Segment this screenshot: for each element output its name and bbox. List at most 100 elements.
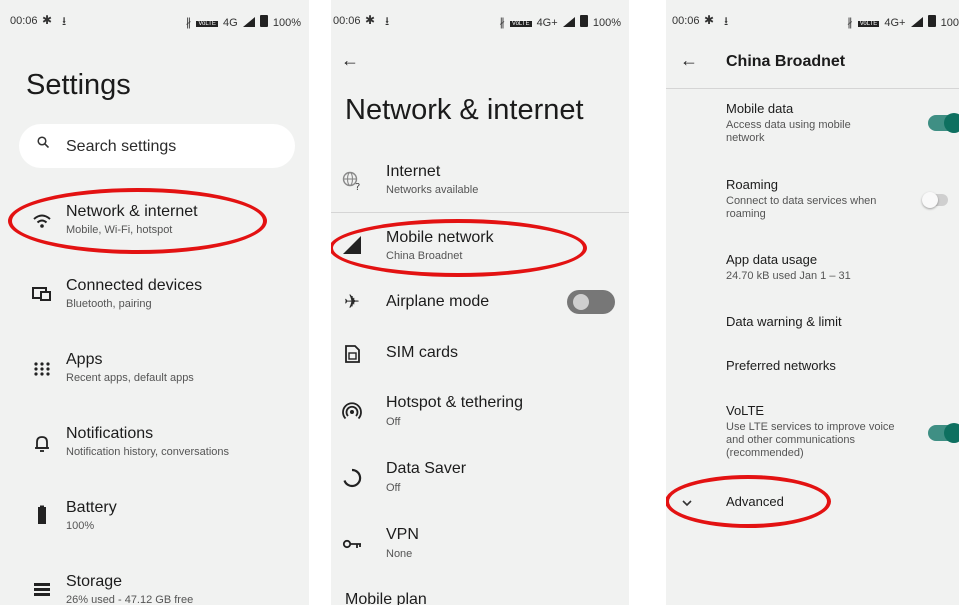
bluetooth-icon: ∦ xyxy=(847,17,853,29)
status-right: ∦ VoLTE 4G+ 100% xyxy=(497,15,621,29)
settings-item-battery[interactable]: Battery 100% xyxy=(0,498,309,548)
signal-icon xyxy=(242,17,255,27)
hotspot-icon xyxy=(342,402,362,420)
network-item-internet[interactable]: ? Internet Networks available xyxy=(331,160,629,210)
status-time: 00:06 xyxy=(333,15,361,27)
page-title: Network & internet xyxy=(345,94,584,126)
item-subtitle: Connect to data services when roaming xyxy=(726,195,877,220)
network-item-mobile-plan[interactable]: Mobile plan xyxy=(331,589,629,605)
item-subtitle: Recent apps, default apps xyxy=(66,372,194,384)
network-item-airplane-mode[interactable]: ✈ Airplane mode xyxy=(331,288,629,318)
network-item-hotspot[interactable]: Hotspot & tethering Off xyxy=(331,393,629,439)
item-title: Connected devices xyxy=(66,277,203,294)
page-title: China Broadnet xyxy=(726,53,846,70)
settings-item-connected-devices[interactable]: Connected devices Bluetooth, pairing xyxy=(0,275,309,325)
download-icon: ⭳ xyxy=(385,14,390,28)
network-type: 4G+ xyxy=(884,17,906,29)
network-item-data-saver[interactable]: Data Saver Off xyxy=(331,459,629,505)
roaming-toggle[interactable] xyxy=(922,192,948,208)
item-subtitle: 24.70 kB used Jan 1 – 31 xyxy=(726,270,851,282)
bell-icon xyxy=(35,436,49,452)
sim-card-icon xyxy=(345,345,360,363)
network-internet-screen: 00:06 ✱ ⭳ ∦ VoLTE 4G+ 100% ← Network & i… xyxy=(331,0,629,605)
volte-item[interactable]: VoLTE Use LTE services to improve voice … xyxy=(666,403,959,465)
item-title: Mobile plan xyxy=(345,591,427,605)
item-title: Roaming xyxy=(726,177,779,192)
settings-item-notifications[interactable]: Notifications Notification history, conv… xyxy=(0,424,309,474)
divider xyxy=(666,88,959,89)
devices-icon xyxy=(32,287,51,301)
settings-item-storage[interactable]: Storage 26% used - 47.12 GB free xyxy=(0,572,309,605)
status-right: ∦ VoLTE 4G 100% xyxy=(184,15,301,29)
preferred-networks-item[interactable]: Preferred networks xyxy=(666,357,959,377)
network-type: 4G xyxy=(222,17,238,29)
settings-item-apps[interactable]: Apps Recent apps, default apps xyxy=(0,350,309,400)
item-title: Mobile data xyxy=(726,101,794,116)
search-placeholder: Search settings xyxy=(66,138,177,155)
item-title: Apps xyxy=(66,351,103,368)
network-type: 4G+ xyxy=(536,17,558,29)
mobile-data-toggle[interactable] xyxy=(928,113,959,133)
item-subtitle: Off xyxy=(386,482,401,494)
item-title: Internet xyxy=(386,163,441,180)
back-arrow-icon[interactable]: ← xyxy=(341,50,359,71)
app-data-usage-item[interactable]: App data usage 24.70 kB used Jan 1 – 31 xyxy=(666,252,959,288)
item-subtitle: 100% xyxy=(66,520,95,532)
highlight-ellipse xyxy=(8,188,267,254)
download-icon: ⭳ xyxy=(724,14,729,28)
highlight-ellipse xyxy=(331,219,587,277)
item-subtitle: Bluetooth, pairing xyxy=(66,298,152,310)
china-broadnet-screen: 00:06 ✱ ⭳ ∦ VoLTE 4G+ 100 ← China Broadn… xyxy=(666,0,959,605)
item-subtitle: Use LTE services to improve voice and ot… xyxy=(726,421,895,459)
network-item-vpn[interactable]: VPN None xyxy=(331,525,629,571)
battery-icon xyxy=(927,15,936,27)
gear-icon: ✱ xyxy=(42,13,53,27)
globe-icon: ? xyxy=(342,171,360,192)
battery-full-icon xyxy=(38,505,46,524)
item-title: Data warning & limit xyxy=(726,314,842,329)
data-saver-icon xyxy=(343,468,362,488)
battery-icon xyxy=(579,15,588,27)
battery-icon xyxy=(259,15,268,27)
highlight-ellipse xyxy=(666,475,831,528)
network-item-sim-cards[interactable]: SIM cards xyxy=(331,340,629,370)
airplane-mode-toggle[interactable] xyxy=(567,290,615,314)
item-subtitle: Access data using mobile network xyxy=(726,119,851,144)
item-title: SIM cards xyxy=(386,344,459,361)
roaming-item[interactable]: Roaming Connect to data services when ro… xyxy=(666,176,959,226)
search-bar[interactable]: Search settings xyxy=(19,124,295,168)
item-title: App data usage xyxy=(726,252,818,267)
mobile-data-item[interactable]: Mobile data Access data using mobile net… xyxy=(666,100,959,150)
item-title: VPN xyxy=(386,526,419,543)
item-subtitle: Networks available xyxy=(386,184,479,196)
item-title: Storage xyxy=(66,573,123,590)
item-title: Notifications xyxy=(66,425,154,442)
item-subtitle: 26% used - 47.12 GB free xyxy=(66,594,194,605)
divider xyxy=(331,212,629,213)
item-title: Battery xyxy=(66,499,117,516)
signal-icon xyxy=(910,17,923,27)
item-title: Hotspot & tethering xyxy=(386,394,523,411)
item-subtitle: None xyxy=(386,548,413,560)
battery-level: 100 xyxy=(940,17,959,29)
item-title: Data Saver xyxy=(386,460,467,477)
battery-level: 100% xyxy=(592,17,621,29)
back-arrow-icon[interactable]: ← xyxy=(680,50,698,71)
svg-text:?: ? xyxy=(355,182,360,192)
settings-screen: 00:06 ✱ ⭳ ∦ VoLTE 4G 100% Settings Searc… xyxy=(0,0,309,605)
status-bar: 00:06 ✱ ⭳ ∦ VoLTE 4G+ 100 xyxy=(666,0,959,40)
battery-level: 100% xyxy=(272,17,301,29)
gear-icon: ✱ xyxy=(704,13,715,27)
signal-icon xyxy=(562,17,575,27)
bluetooth-icon: ∦ xyxy=(185,17,192,29)
item-title: Airplane mode xyxy=(386,293,490,310)
status-right: ∦ VoLTE 4G+ 100 xyxy=(845,15,959,29)
status-time: 00:06 xyxy=(672,15,700,27)
airplane-icon: ✈ xyxy=(344,291,360,313)
bluetooth-icon: ∦ xyxy=(499,17,505,29)
search-icon xyxy=(37,136,49,148)
data-warning-item[interactable]: Data warning & limit xyxy=(666,313,959,333)
item-title: Preferred networks xyxy=(726,358,836,373)
volte-toggle[interactable] xyxy=(928,423,959,443)
item-title: VoLTE xyxy=(726,403,765,418)
